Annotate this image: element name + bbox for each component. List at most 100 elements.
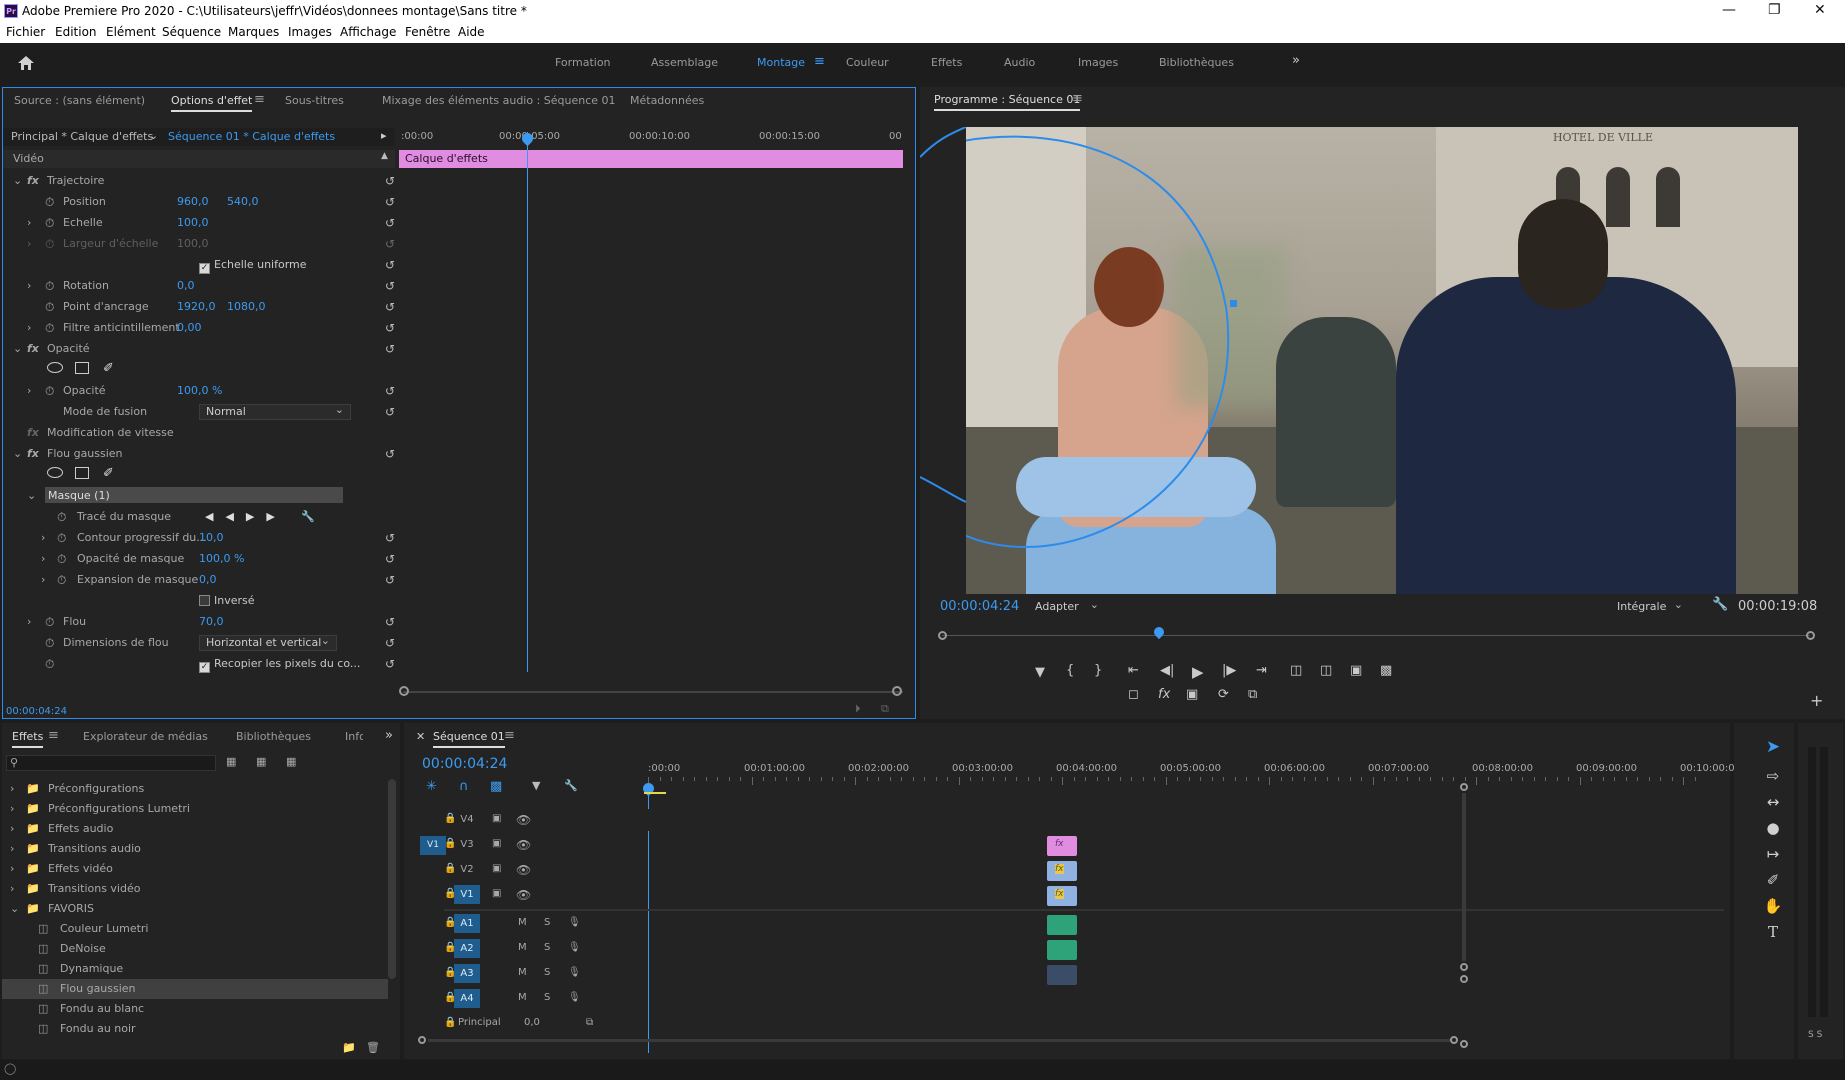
extract-icon[interactable]: ◫ xyxy=(1320,663,1332,678)
eye-icon[interactable]: 👁 xyxy=(516,863,531,877)
rectangle-mask-icon[interactable] xyxy=(75,362,89,374)
slip-icon[interactable]: ↦ xyxy=(1762,845,1784,863)
stopwatch-icon[interactable]: ⏱ xyxy=(57,573,66,588)
effect-layer-clip[interactable]: Calque d'effets xyxy=(399,150,903,168)
favorite-effect[interactable]: ◫ Dynamique xyxy=(2,959,388,979)
effects-folder[interactable]: ⌄ 📁 FAVORIS xyxy=(2,899,388,919)
source-patch-v1[interactable]: V1 xyxy=(420,836,446,855)
razor-icon[interactable]: ● xyxy=(1762,819,1784,837)
pen-icon[interactable]: ✐ xyxy=(103,466,114,481)
track-label[interactable]: V4 xyxy=(454,809,480,828)
h-scroll-handle-right[interactable] xyxy=(1450,1036,1458,1044)
play-icon[interactable]: ▶ xyxy=(1192,663,1204,681)
reset-icon[interactable]: ↺ xyxy=(385,615,395,629)
stopwatch-icon[interactable]: ⏱ xyxy=(45,195,54,210)
menu-sequence[interactable]: Séquence xyxy=(162,25,221,39)
solo-button[interactable]: S xyxy=(544,942,550,953)
stopwatch-icon[interactable]: ⏱ xyxy=(45,237,54,252)
menu-affichage[interactable]: Affichage xyxy=(340,25,396,39)
program-title[interactable]: Programme : Séquence 01 xyxy=(934,93,1081,111)
stopwatch-icon[interactable]: ⏱ xyxy=(57,531,66,546)
chevron-right-icon[interactable]: › xyxy=(27,384,31,397)
hamburger-icon[interactable]: ≡ xyxy=(254,92,265,107)
mic-icon[interactable]: 🎙 xyxy=(568,942,581,953)
effects-folder[interactable]: › 📁 Transitions audio xyxy=(2,839,388,859)
flou-value[interactable]: 70,0 xyxy=(199,615,224,628)
export-frame-icon[interactable]: ⧉ xyxy=(1248,687,1257,702)
stopwatch-icon[interactable]: ⏱ xyxy=(45,636,54,651)
video-scrollbar[interactable] xyxy=(1462,793,1466,961)
reset-icon[interactable]: ↺ xyxy=(385,447,395,461)
mic-icon[interactable]: 🎙 xyxy=(568,917,581,928)
sequence-selector[interactable]: Séquence 01 * Calque d'effets xyxy=(168,130,335,143)
film-icon[interactable]: ▣ xyxy=(492,838,501,849)
fusion-dropdown[interactable]: Normal ⌄ xyxy=(199,403,351,420)
close-icon[interactable]: ✕ xyxy=(1814,2,1826,18)
stopwatch-icon[interactable]: ⏱ xyxy=(45,279,54,294)
filter-icon[interactable]: ⏵ xyxy=(855,702,861,716)
ec-timeline-ruler[interactable]: :00:00 00:00:05:00 00:00:10:00 00:00:15:… xyxy=(399,128,905,146)
video-frame[interactable]: HOTEL DE VILLE xyxy=(966,127,1798,594)
ec-playhead[interactable] xyxy=(527,132,528,672)
lift-icon[interactable]: ◫ xyxy=(1290,663,1302,678)
caption-icon[interactable]: ◻ xyxy=(1128,687,1139,702)
scroll-handle-right[interactable] xyxy=(892,686,902,696)
chevron-down-icon[interactable]: ⌄ xyxy=(13,342,22,355)
ec-timecode[interactable]: 00:00:04:24 xyxy=(6,706,67,717)
reset-icon[interactable]: ↺ xyxy=(385,531,395,545)
trash-icon[interactable]: 🗑 xyxy=(366,1041,380,1054)
fx-vitesse-row[interactable]: fx Modification de vitesse xyxy=(11,424,399,442)
film-icon[interactable]: ▣ xyxy=(492,813,501,824)
reset-icon[interactable]: ↺ xyxy=(385,384,395,398)
chevrons-right-icon[interactable]: » xyxy=(1292,53,1300,68)
hamburger-icon[interactable]: ≡ xyxy=(814,54,825,69)
mute-button[interactable]: M xyxy=(518,967,527,978)
eye-icon[interactable]: 👁 xyxy=(516,813,531,827)
track-label[interactable]: V2 xyxy=(454,859,480,878)
program-timecode[interactable]: 00:00:04:24 xyxy=(940,599,1019,614)
reset-icon[interactable]: ↺ xyxy=(385,657,395,671)
position-x-value[interactable]: 960,0 xyxy=(177,195,209,208)
track-label[interactable]: V3 xyxy=(454,834,480,853)
solo-button[interactable]: S xyxy=(544,917,550,928)
principal-value[interactable]: 0,0 xyxy=(524,1017,540,1028)
rotation-value[interactable]: 0,0 xyxy=(177,279,195,292)
solo-button[interactable]: S xyxy=(544,992,550,1003)
meter-solo-labels[interactable]: S S xyxy=(1808,1030,1822,1040)
effects-folder[interactable]: › 📁 Effets audio xyxy=(2,819,388,839)
effect-layer-clip[interactable]: fx xyxy=(1047,836,1077,856)
export-icon[interactable]: ⧉ xyxy=(881,702,889,716)
pen-icon[interactable]: ✐ xyxy=(1762,871,1784,889)
chevron-down-icon[interactable]: ⌄ xyxy=(10,902,19,915)
selection-tool-icon[interactable]: ➤ xyxy=(1762,737,1784,757)
favorite-effect[interactable]: ◫ Fondu au noir xyxy=(2,1019,388,1039)
stopwatch-icon[interactable]: ⏱ xyxy=(45,384,54,399)
eye-icon[interactable]: 👁 xyxy=(516,888,531,902)
ellipse-mask-icon[interactable] xyxy=(47,362,63,373)
workspace-couleur[interactable]: Couleur xyxy=(846,56,889,69)
opacite-masque-value[interactable]: 100,0 % xyxy=(199,552,244,565)
timeline-ruler[interactable]: :00:00 00:01:00:00 00:02:00:00 00:03:00:00 0… xyxy=(640,763,1741,801)
go-to-in-icon[interactable]: ⇤ xyxy=(1128,663,1139,678)
fx-trajectoire-row[interactable]: ⌄ fx Trajectoire ↺ xyxy=(11,172,399,190)
reset-icon[interactable]: ↺ xyxy=(385,573,395,587)
clip-selector[interactable]: Principal * Calque d'effets xyxy=(11,130,153,143)
track-label[interactable]: A3 xyxy=(454,964,480,983)
effects-folder[interactable]: › 📁 Transitions vidéo xyxy=(2,879,388,899)
program-scrubber[interactable] xyxy=(942,635,1810,636)
contour-value[interactable]: 10,0 xyxy=(199,531,224,544)
tab-info[interactable]: Info xyxy=(345,730,363,743)
close-tab-icon[interactable]: ✕ xyxy=(416,730,425,743)
mark-in-icon[interactable]: { xyxy=(1066,663,1074,678)
menu-aide[interactable]: Aide xyxy=(458,25,485,39)
hamburger-icon[interactable]: ≡ xyxy=(48,728,59,743)
wrench-icon[interactable]: 🔧 xyxy=(301,510,315,523)
chevron-right-icon[interactable]: › xyxy=(10,862,14,875)
stopwatch-icon[interactable]: ⏱ xyxy=(45,216,54,231)
tab-audio-mixer[interactable]: Mixage des éléments audio : Séquence 01 xyxy=(382,94,616,107)
video-clip-v1[interactable]: fx xyxy=(1047,886,1077,906)
solo-button[interactable]: S xyxy=(544,967,550,978)
tab-libraries[interactable]: Bibliothèques xyxy=(236,730,311,743)
workspace-montage[interactable]: Montage xyxy=(757,56,805,69)
chevron-right-icon[interactable]: › xyxy=(10,842,14,855)
